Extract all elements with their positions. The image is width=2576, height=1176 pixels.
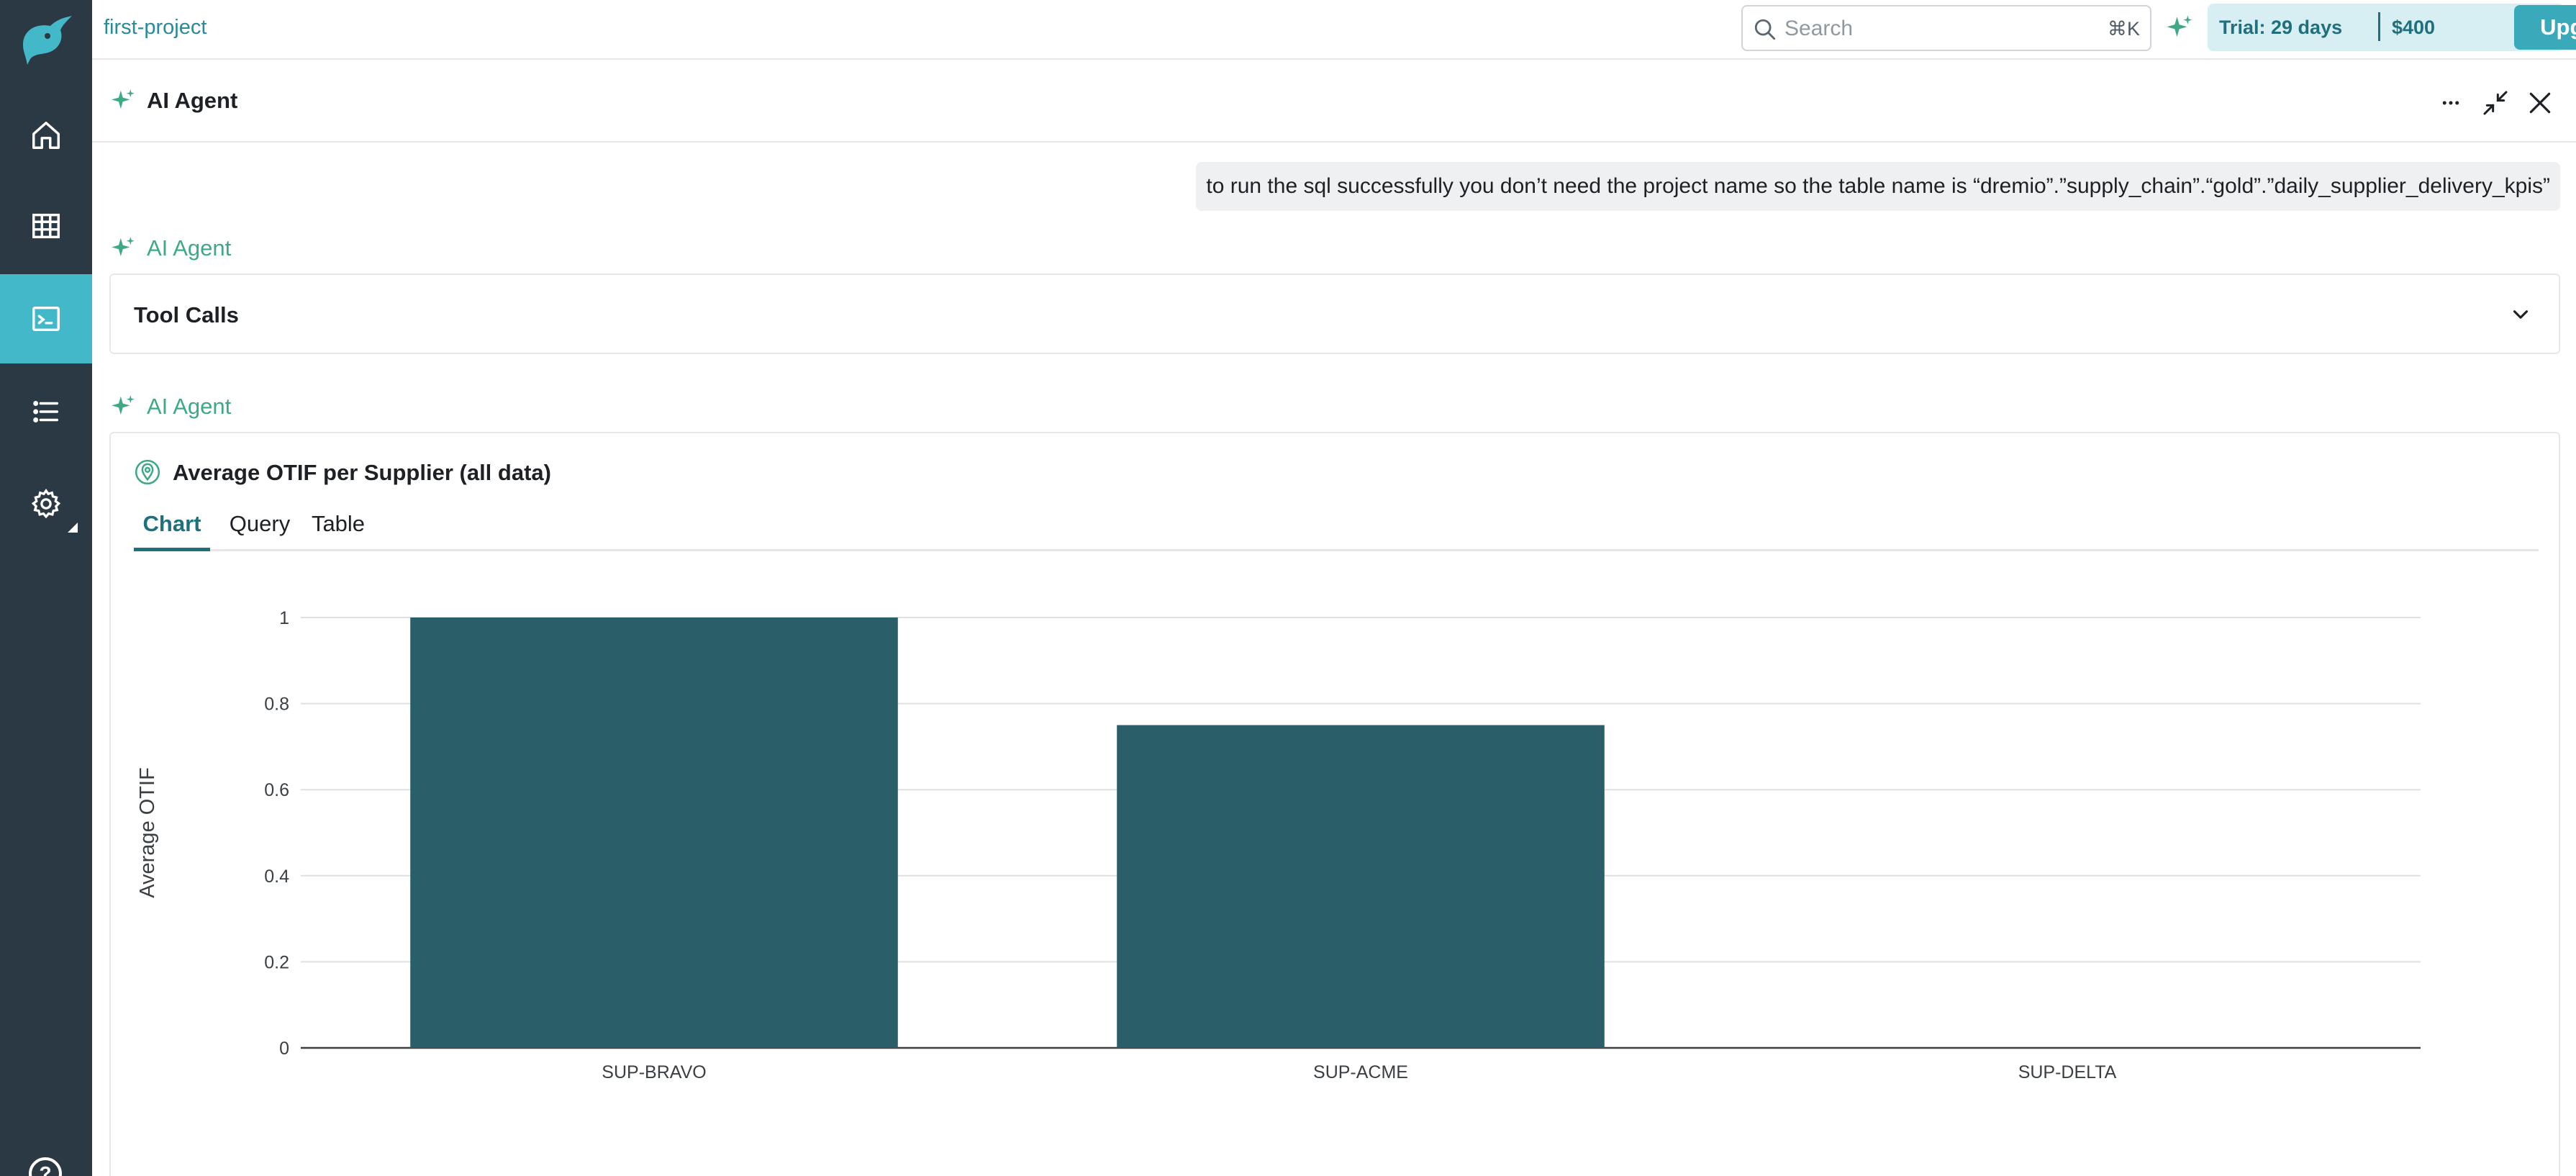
sidebar-item-jobs[interactable] — [0, 367, 92, 456]
home-icon — [32, 122, 60, 149]
dremio-logo-icon[interactable] — [19, 16, 73, 66]
trial-divider — [2378, 12, 2380, 41]
tool-calls-label: Tool Calls — [134, 302, 239, 327]
trial-days: Trial: 29 days — [2219, 17, 2343, 38]
agent-label-text: AI Agent — [147, 235, 232, 261]
list-icon — [33, 401, 59, 422]
expand-corner-icon — [68, 523, 78, 533]
ai-sparkle-icon — [112, 237, 135, 257]
chart-result-card: Average OTIF per Supplier (all data) Cha… — [109, 432, 2560, 1176]
bar — [1117, 725, 1605, 1048]
ai-sparkle-icon[interactable] — [2164, 13, 2195, 43]
close-icon — [2529, 92, 2551, 114]
x-tick-label: SUP-ACME — [1313, 1062, 1408, 1082]
top-bar: first-project ⌘K Trial: 29 days $400 Upg… — [92, 0, 2576, 60]
help-icon[interactable]: ? — [29, 1157, 62, 1176]
x-tick-label: SUP-DELTA — [2018, 1062, 2117, 1082]
bar — [410, 618, 898, 1048]
y-tick-label: 0 — [279, 1039, 289, 1059]
ai-sparkle-icon — [112, 395, 135, 415]
sidebar-item-settings[interactable] — [0, 459, 92, 548]
search-shortcut: ⌘K — [2107, 18, 2140, 40]
y-tick-label: 1 — [279, 608, 289, 628]
user-message-bubble: to run the sql successfully you don’t ne… — [1196, 162, 2560, 211]
search-box[interactable]: ⌘K — [1741, 5, 2151, 51]
y-tick-label: 0.6 — [264, 780, 289, 800]
sidebar-item-sql-runner[interactable] — [0, 274, 92, 363]
tool-calls-accordion[interactable]: Tool Calls — [109, 273, 2560, 354]
left-sidebar: ? — [0, 0, 92, 1176]
project-name-link[interactable]: first-project — [104, 16, 207, 40]
agent-panel-header: AI Agent — [92, 61, 2576, 143]
sidebar-item-home[interactable] — [0, 91, 92, 180]
minimize-button[interactable] — [2478, 86, 2513, 120]
y-axis-label: Average OTIF — [136, 767, 159, 898]
agent-label-text: AI Agent — [147, 394, 232, 419]
more-horizontal-icon — [2442, 101, 2459, 105]
agent-message-label: AI Agent — [109, 235, 231, 262]
table-grid-icon — [32, 213, 60, 239]
bar-chart: 0 0.2 0.4 0.6 0.8 1 SUP-BRAVO SUP-ACME SUP-DELTA… — [136, 608, 2421, 1082]
search-input[interactable] — [1784, 14, 2072, 44]
y-tick-label: 0.2 — [264, 952, 289, 972]
panel-title: AI Agent — [147, 88, 238, 113]
more-options-button[interactable] — [2434, 86, 2468, 120]
terminal-icon — [32, 306, 60, 332]
chevron-down-icon — [2513, 310, 2529, 319]
ai-sparkle-icon — [112, 89, 135, 109]
collapse-icon — [2483, 91, 2508, 115]
y-tick-label: 0.4 — [264, 867, 289, 887]
y-tick-label: 0.8 — [264, 695, 289, 715]
trial-badge[interactable]: Trial: 29 days $400 — [2208, 4, 2564, 51]
upgrade-button[interactable]: Upgrade — [2514, 5, 2576, 50]
gear-icon — [31, 488, 61, 519]
close-button[interactable] — [2523, 86, 2557, 120]
trial-credit: $400 — [2392, 17, 2436, 38]
search-icon — [1754, 19, 1776, 40]
x-tick-label: SUP-BRAVO — [602, 1062, 706, 1082]
sidebar-item-datasets[interactable] — [0, 181, 92, 271]
agent-message-label: AI Agent — [109, 393, 231, 420]
